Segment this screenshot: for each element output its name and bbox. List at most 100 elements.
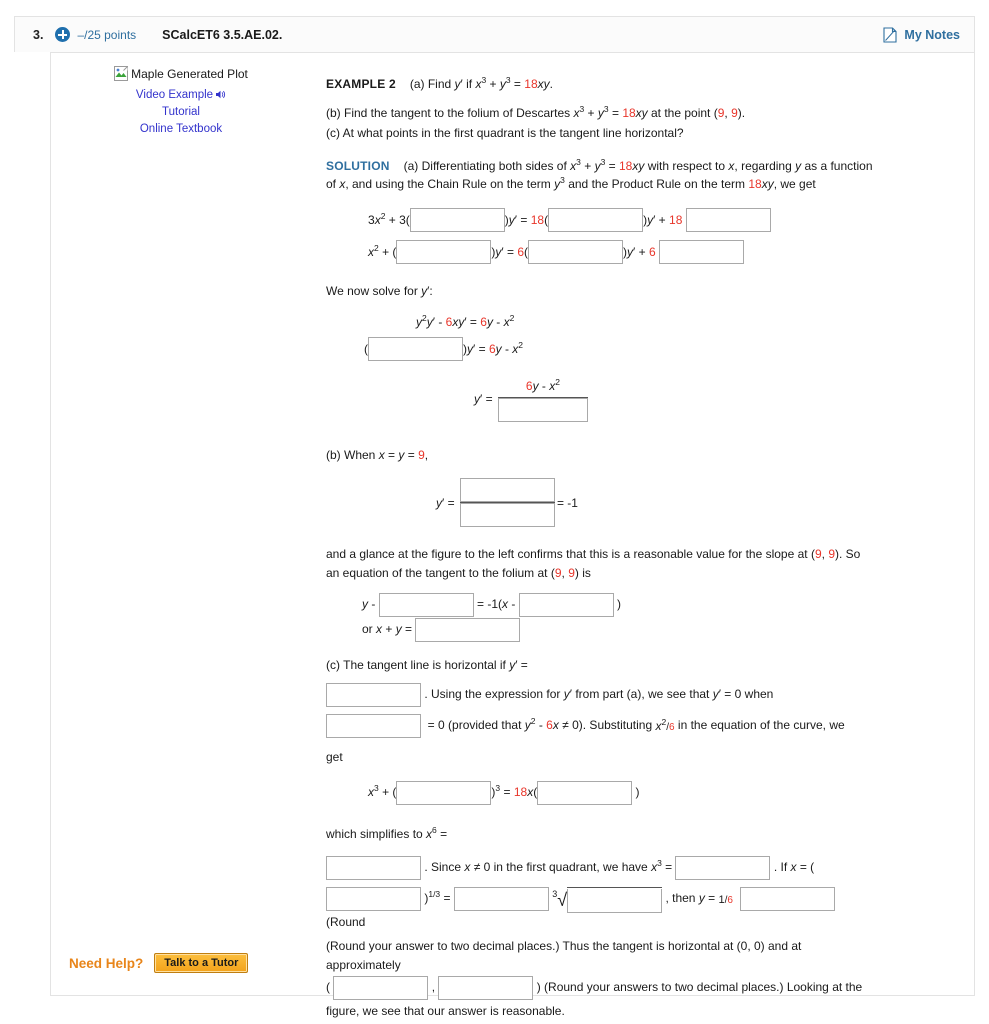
answer-input-1[interactable]: [409, 207, 505, 232]
part-c-intro: (c) The tangent line is horizontal if y′…: [326, 657, 528, 672]
plus-circle-icon[interactable]: [55, 27, 71, 42]
eq5-fraction: 6y - x2: [497, 377, 588, 422]
answer-input-25[interactable]: [438, 976, 534, 1001]
approx-comma: ,: [431, 980, 436, 995]
equation-row-7: y - = -1(x - ): [326, 592, 874, 617]
equation-row-4: ( )y′ = 6y - x2: [326, 337, 874, 362]
video-example-label: Video Example: [135, 89, 214, 101]
example-prompt-a: EXAMPLE 2 (a) Find y′ if x3 + y3 = 18xy.: [326, 75, 874, 94]
eq2-mid2: )y′ + 6: [623, 244, 656, 259]
cuberoot-exp-text: )1/3 =: [424, 889, 454, 906]
answer-input-16[interactable]: [396, 780, 492, 805]
cube-root-symbol: 3 √: [552, 887, 663, 914]
eq1-lhs: 3x2 + 3(: [368, 210, 410, 227]
eq9-mid: )3 = 18x(: [491, 783, 538, 800]
eq7-close: ): [613, 597, 622, 612]
answer-input-14[interactable]: [326, 683, 421, 708]
answer-input-8[interactable]: [497, 397, 588, 422]
since-line: . Since x ≠ 0 in the first quadrant, we …: [326, 856, 874, 881]
eq9-lhs: x3 + (: [368, 783, 397, 800]
answer-input-3[interactable]: [685, 207, 771, 232]
eq1-mid2: )y′ + 18: [643, 212, 683, 227]
equation-row-5: y′ = 6y - x2: [326, 377, 874, 422]
tutorial-link[interactable]: Tutorial: [61, 106, 301, 118]
solution-label: SOLUTION: [326, 158, 390, 173]
need-help-section: Need Help? Talk to a Tutor: [69, 953, 249, 973]
glance-paragraph: and a glance at the figure to the left c…: [326, 547, 861, 580]
question-header: 3. –/25 points SCalcET6 3.5.AE.02. My No…: [14, 16, 975, 52]
speaker-icon: [216, 90, 226, 99]
simplifies-text: which simplifies to x6 =: [326, 824, 448, 841]
maple-plot-broken-image: Maple Generated Plot: [114, 66, 248, 81]
since-line-text: . Since x ≠ 0 in the first quadrant, we …: [424, 858, 676, 875]
eq7-lhs: y -: [362, 597, 379, 612]
eq4-rhs: )y′ = 6y - x2: [463, 339, 524, 356]
answer-input-18[interactable]: [326, 856, 421, 881]
solution-text: (a) Differentiating both sides of x3 + y…: [326, 156, 873, 192]
eq2-mid: )y′ = 6(: [491, 244, 529, 259]
example-label: EXAMPLE 2: [326, 77, 396, 91]
question-key: SCalcET6 3.5.AE.02.: [162, 27, 283, 42]
answer-input-6[interactable]: [659, 239, 744, 264]
answer-input-7[interactable]: [368, 337, 463, 362]
part-c-line-1: . Using the expression for y′ from part …: [326, 683, 874, 708]
answer-input-23[interactable]: [739, 887, 835, 912]
prompt-a-text: (a) Find y′ if x3 + y3 = 18xy.: [409, 75, 553, 91]
page-root: 3. –/25 points SCalcET6 3.5.AE.02. My No…: [0, 0, 989, 1024]
eq6-fraction: [459, 478, 555, 528]
eq5-denominator: [497, 397, 588, 422]
my-notes-button[interactable]: My Notes: [883, 26, 960, 43]
eq6-denominator: [459, 503, 555, 528]
answer-input-4[interactable]: [396, 239, 492, 264]
video-example-link[interactable]: Video Example: [61, 89, 301, 101]
eq5-lhs: y′ =: [474, 392, 496, 407]
answer-input-22[interactable]: [567, 889, 663, 914]
answer-input-9[interactable]: [459, 478, 555, 503]
equation-row-9: x3 + ( )3 = 18x( ): [326, 780, 874, 805]
answer-input-17[interactable]: [537, 780, 633, 805]
answer-input-24[interactable]: [333, 976, 429, 1001]
broken-image-icon: [114, 66, 129, 81]
answer-input-21[interactable]: [453, 887, 549, 912]
answer-input-13[interactable]: [415, 617, 521, 642]
approx-close-text: ) (Round your answers to two decimal pla…: [536, 980, 863, 995]
answer-input-15[interactable]: [326, 714, 421, 739]
answer-input-20[interactable]: [326, 887, 421, 912]
round-text-1: (Round: [326, 915, 366, 930]
equation-row-2: x2 + ( )y′ = 6( )y′ + 6: [326, 239, 874, 264]
answer-input-11[interactable]: [378, 592, 474, 617]
talk-to-a-tutor-button[interactable]: Talk to a Tutor: [154, 953, 249, 973]
cube-root-body: [567, 887, 663, 914]
eq6-lhs: y′ =: [436, 495, 458, 510]
equation-row-1: 3x2 + 3( )y′ = 18( )y′ + 18: [326, 207, 874, 232]
part-c-line-2-text: = 0 (provided that y2 - 6x ≠ 0). Substit…: [424, 716, 845, 734]
eq2-lhs: x2 + (: [368, 242, 397, 259]
answer-input-19[interactable]: [675, 856, 771, 881]
example-prompt-b: (b) Find the tangent to the folium of De…: [326, 103, 746, 120]
answer-input-10[interactable]: [459, 503, 555, 528]
solution-paragraph: SOLUTION (a) Differentiating both sides o…: [326, 157, 874, 194]
then-y-text: , then y = 1/6: [665, 891, 733, 907]
part-c-line-1-text: . Using the expression for y′ from part …: [424, 687, 774, 702]
cuberoot-line: )1/3 = 3 √ , then y = 1/6 (Round: [326, 887, 874, 932]
question-number: 3.: [33, 27, 44, 42]
solve-for-yprime-text: We now solve for y′:: [326, 283, 433, 298]
points-label: –/25 points: [77, 27, 137, 42]
figure-column: Maple Generated Plot Video Example Tutor…: [61, 66, 301, 135]
online-textbook-link[interactable]: Online Textbook: [61, 123, 301, 135]
figure-reasonable-line: figure, we see that our answer is reason…: [326, 1004, 565, 1019]
eq6-result: = -1: [556, 495, 578, 510]
since-line-text-2: . If x = (: [773, 860, 815, 875]
answer-input-12[interactable]: [518, 592, 614, 617]
equation-row-6: y′ = = -1: [326, 478, 874, 528]
eq6-numerator: [459, 478, 555, 503]
answer-input-2[interactable]: [548, 207, 644, 232]
cube-root-index: 3: [552, 889, 558, 900]
eq3-expression: y2y′ - 6xy′ = 6y - x2: [416, 312, 515, 329]
approx-open-paren: (: [326, 980, 330, 995]
eq5-numerator: 6y - x2: [525, 377, 560, 394]
answer-input-5[interactable]: [528, 239, 624, 264]
need-help-label: Need Help?: [69, 955, 144, 971]
maple-plot-alt-text: Maple Generated Plot: [131, 66, 248, 81]
part-c-get: get: [326, 750, 343, 765]
